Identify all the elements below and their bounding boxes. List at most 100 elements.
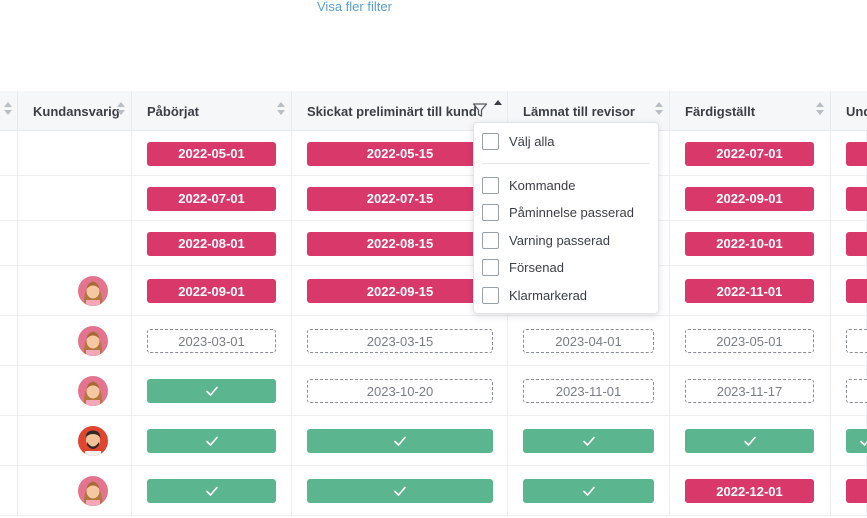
- checkbox[interactable]: [482, 176, 499, 194]
- status-done-chip[interactable]: [523, 479, 654, 503]
- date-chip-late[interactable]: [846, 231, 867, 256]
- checkmark-icon: [582, 486, 595, 496]
- cell-avatar: [18, 266, 132, 315]
- filter-option-warning-passed[interactable]: Varning passerad: [482, 230, 610, 250]
- date-chip-late[interactable]: 2022-09-01: [147, 279, 276, 303]
- avatar[interactable]: [78, 276, 108, 306]
- cell-sent: 2023-10-20: [292, 366, 508, 415]
- cell-partial: [831, 221, 867, 265]
- date-chip-upcoming[interactable]: 2023-03-15: [307, 329, 493, 353]
- checkmark-icon: [394, 436, 406, 446]
- status-done-chip[interactable]: [685, 429, 814, 453]
- show-more-filters-link[interactable]: Visa fler filter: [317, 0, 392, 14]
- checkbox[interactable]: [482, 132, 499, 150]
- table-row[interactable]: 2023-03-01 2023-03-15 2023-04-01 2023-05-01: [0, 316, 867, 366]
- table-row[interactable]: [0, 416, 867, 466]
- status-done-chip[interactable]: [307, 429, 493, 453]
- filter-option-select-all[interactable]: Välj alla: [482, 131, 555, 151]
- cell-auditor: 2023-11-01: [508, 366, 670, 415]
- avatar[interactable]: [78, 376, 108, 406]
- cell-partial: [831, 176, 867, 220]
- sort-ascending-icon[interactable]: [494, 100, 502, 106]
- date-chip-late[interactable]: 2022-08-01: [147, 231, 276, 256]
- status-done-chip[interactable]: [307, 479, 493, 503]
- status-done-chip[interactable]: [846, 429, 867, 453]
- filter-option-label: Försenad: [509, 259, 564, 275]
- header-completed[interactable]: Färdigställt: [670, 91, 831, 131]
- divider: [482, 163, 650, 164]
- date-chip-upcoming[interactable]: [846, 329, 867, 353]
- header-responsible[interactable]: Kundansvarig: [18, 91, 132, 131]
- sort-icon[interactable]: [117, 102, 125, 116]
- cell-partial: [831, 316, 867, 365]
- status-done-chip[interactable]: [147, 429, 276, 453]
- date-chip-late[interactable]: 2022-12-01: [685, 479, 814, 503]
- date-chip-late[interactable]: 2022-09-01: [685, 186, 814, 211]
- sort-icon[interactable]: [277, 102, 285, 116]
- date-chip-late[interactable]: 2022-11-01: [685, 279, 814, 303]
- cell-partial: [831, 131, 867, 175]
- sort-icon[interactable]: [816, 102, 824, 116]
- cell-started: 2023-03-01: [132, 316, 292, 365]
- date-chip-upcoming[interactable]: 2023-11-01: [523, 379, 654, 403]
- date-chip-late[interactable]: 2022-10-01: [685, 231, 814, 256]
- filter-option-marked-done[interactable]: Klarmarkerad: [482, 285, 587, 305]
- date-chip-late[interactable]: [846, 186, 867, 211]
- date-chip-late[interactable]: 2022-08-15: [307, 231, 493, 256]
- date-chip-late[interactable]: [846, 279, 867, 303]
- status-done-chip[interactable]: [523, 429, 654, 453]
- filter-option-reminder-passed[interactable]: Påminnelse passerad: [482, 202, 634, 222]
- status-done-chip[interactable]: [147, 479, 276, 503]
- cell-completed: 2022-10-01: [670, 221, 831, 265]
- checkbox[interactable]: [482, 286, 499, 304]
- status-done-chip[interactable]: [147, 379, 276, 403]
- cell-started: 2022-05-01: [132, 131, 292, 175]
- cell-completed: [670, 416, 831, 465]
- header-prev-column[interactable]: [0, 91, 18, 131]
- table-row[interactable]: 2022-07-01 2022-07-15 2022-09-01: [0, 176, 867, 221]
- cell-prev: [0, 366, 18, 415]
- date-chip-late[interactable]: [846, 479, 867, 503]
- date-chip-late[interactable]: 2022-09-15: [307, 279, 493, 303]
- checkmark-icon: [582, 436, 595, 446]
- cell-partial: [831, 416, 867, 465]
- table-row[interactable]: 2022-05-01 2022-05-15 2022-07-01: [0, 131, 867, 176]
- date-chip-late[interactable]: 2022-07-15: [307, 186, 493, 211]
- checkbox[interactable]: [482, 258, 499, 276]
- avatar[interactable]: [78, 326, 108, 356]
- date-chip-upcoming[interactable]: 2023-04-01: [523, 329, 654, 353]
- checkmark-icon: [205, 386, 218, 396]
- header-partial[interactable]: Und: [831, 91, 867, 131]
- filter-option-late[interactable]: Försenad: [482, 257, 564, 277]
- avatar[interactable]: [78, 476, 108, 506]
- date-chip-late[interactable]: [846, 141, 867, 166]
- date-chip-upcoming[interactable]: 2023-11-17: [685, 379, 814, 403]
- date-chip-late[interactable]: 2022-05-01: [147, 141, 276, 166]
- filter-icon[interactable]: [472, 102, 488, 118]
- checkbox[interactable]: [482, 231, 499, 249]
- checkbox[interactable]: [482, 203, 499, 221]
- header-responsible-label: Kundansvarig: [33, 103, 120, 119]
- sort-icon[interactable]: [4, 102, 12, 116]
- header-started[interactable]: Påbörjat: [132, 91, 292, 131]
- cell-avatar: [18, 366, 132, 415]
- date-chip-late[interactable]: 2022-05-15: [307, 141, 493, 166]
- table-row[interactable]: 2022-08-01 2022-08-15 2022-10-01: [0, 221, 867, 266]
- date-chip-upcoming[interactable]: [846, 379, 867, 403]
- cell-completed: 2023-05-01: [670, 316, 831, 365]
- date-chip-upcoming[interactable]: 2023-03-01: [147, 329, 276, 353]
- date-chip-upcoming[interactable]: 2023-10-20: [307, 379, 493, 403]
- avatar[interactable]: [78, 426, 108, 456]
- sort-icon[interactable]: [655, 102, 663, 116]
- date-chip-late[interactable]: 2022-07-01: [147, 186, 276, 211]
- table-row[interactable]: 2023-10-20 2023-11-01 2023-11-17: [0, 366, 867, 416]
- cell-started: 2022-09-01: [132, 266, 292, 315]
- cell-prev: [0, 316, 18, 365]
- checkmark-icon: [743, 436, 756, 446]
- date-chip-upcoming[interactable]: 2023-05-01: [685, 329, 814, 353]
- filter-option-upcoming[interactable]: Kommande: [482, 175, 575, 195]
- table-row[interactable]: 2022-12-01: [0, 466, 867, 516]
- date-chip-late[interactable]: 2022-07-01: [685, 141, 814, 166]
- cell-partial: [831, 266, 867, 315]
- table-row[interactable]: 2022-09-01 2022-09-15 2022-11-01: [0, 266, 867, 316]
